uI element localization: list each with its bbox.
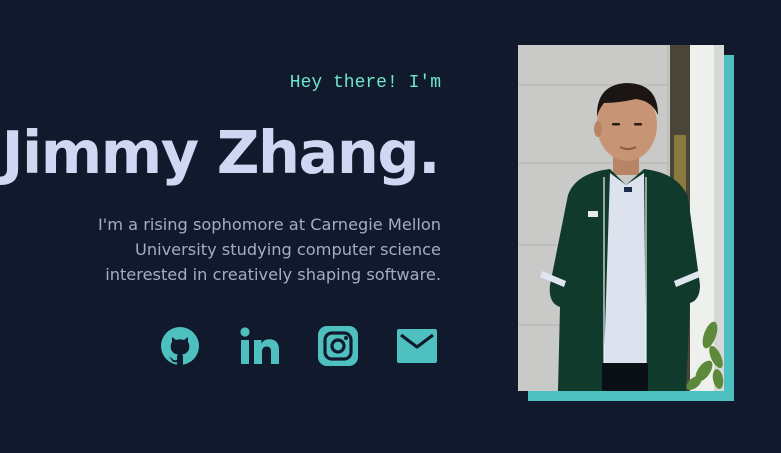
linkedin-icon bbox=[240, 327, 279, 364]
profile-photo bbox=[518, 45, 724, 391]
mail-icon bbox=[397, 329, 437, 363]
hero-name: Jimmy Zhang. bbox=[1, 118, 441, 187]
instagram-link[interactable] bbox=[317, 325, 359, 367]
hero-bio: I'm a rising sophomore at Carnegie Mello… bbox=[21, 212, 441, 287]
bio-line: interested in creatively shaping softwar… bbox=[105, 265, 441, 284]
github-link[interactable] bbox=[159, 325, 201, 367]
greeting-text: Hey there! I'm bbox=[289, 73, 441, 93]
bio-line: University studying computer science bbox=[135, 240, 441, 259]
mail-link[interactable] bbox=[396, 325, 438, 367]
linkedin-link[interactable] bbox=[239, 325, 281, 367]
instagram-icon bbox=[318, 326, 358, 366]
profile-photo-frame bbox=[518, 45, 734, 401]
bio-line: I'm a rising sophomore at Carnegie Mello… bbox=[97, 215, 441, 234]
github-icon bbox=[161, 327, 199, 365]
portrait-illustration bbox=[518, 45, 724, 391]
